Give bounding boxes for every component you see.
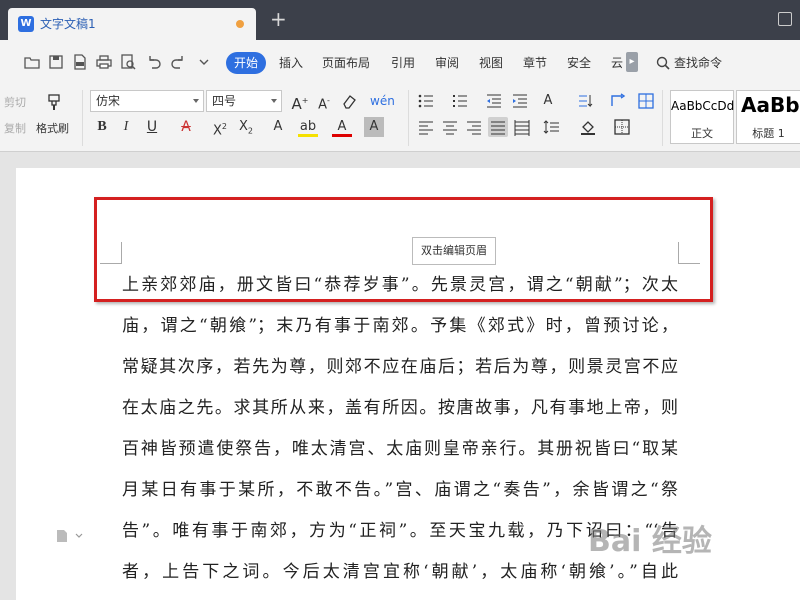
numbered-list-icon[interactable]: [450, 91, 470, 111]
bullet-list-icon[interactable]: [416, 91, 436, 111]
menu-cloud[interactable]: 云: [611, 52, 623, 74]
cut-button[interactable]: 剪切: [4, 94, 26, 110]
style-normal[interactable]: AaBbCcDd 正文: [670, 90, 734, 144]
sort-icon[interactable]: [576, 91, 596, 111]
document-tab[interactable]: W 文字文稿1: [8, 8, 256, 40]
window-restore-icon[interactable]: [778, 12, 792, 26]
show-marks-icon[interactable]: [608, 91, 628, 111]
increase-indent-icon[interactable]: [510, 91, 530, 111]
shading-fill-icon[interactable]: [578, 117, 598, 137]
font-family-select[interactable]: 仿宋: [90, 90, 204, 112]
font-family-value: 仿宋: [96, 94, 121, 108]
superscript-icon[interactable]: X2: [210, 117, 230, 138]
ribbon-separator: [408, 90, 409, 146]
style-heading-sample: AaBb: [741, 93, 800, 117]
align-left-icon[interactable]: [416, 117, 436, 137]
menu-view[interactable]: 视图: [479, 52, 503, 74]
menu-insert[interactable]: 插入: [279, 52, 303, 74]
align-justify-icon[interactable]: [488, 117, 508, 137]
italic-icon[interactable]: I: [116, 117, 136, 137]
borders-icon[interactable]: [612, 117, 632, 137]
search-command[interactable]: 查找命令: [656, 52, 722, 74]
grow-font-icon[interactable]: A+: [290, 91, 310, 113]
ribbon-separator: [662, 90, 663, 146]
new-tab-button[interactable]: +: [270, 8, 287, 30]
redo-icon[interactable]: [170, 54, 186, 70]
char-shading-icon[interactable]: A: [364, 117, 384, 137]
menu-references[interactable]: 引用: [391, 52, 415, 74]
export-pdf-icon[interactable]: [72, 54, 88, 70]
menu-home[interactable]: 开始: [226, 52, 267, 74]
table-border-icon[interactable]: [636, 91, 656, 111]
print-preview-icon[interactable]: [120, 54, 136, 70]
save-icon[interactable]: [48, 54, 64, 70]
customize-toolbar-chevron-icon[interactable]: [196, 54, 212, 70]
decrease-indent-icon[interactable]: [484, 91, 504, 111]
copy-button[interactable]: 复制: [4, 120, 26, 136]
style-heading-1[interactable]: AaBb 标题 1: [736, 90, 800, 144]
text-line: 月某日有事于某所，不敢不告。”宫、庙谓之“奏告”，余皆谓之“祭: [122, 480, 678, 500]
style-normal-sample: AaBbCcDd: [671, 99, 735, 113]
unsaved-dot-icon: [236, 20, 244, 28]
chevron-down-icon: [271, 99, 277, 103]
pinyin-guide-icon[interactable]: wén: [370, 91, 395, 111]
text-direction-icon[interactable]: A: [538, 91, 558, 111]
format-painter-icon[interactable]: [44, 92, 64, 112]
align-center-icon[interactable]: [440, 117, 460, 137]
text-line: 百神皆预遣使祭告，唯太清宫、太庙则皇帝亲行。其册祝皆曰“取某: [122, 439, 678, 459]
menu-security[interactable]: 安全: [567, 52, 591, 74]
text-line: 常疑其次序，若先为尊，则郊不应在庙后；若后为尊，则景灵宫不应: [122, 357, 678, 377]
menu-section[interactable]: 章节: [523, 52, 547, 74]
font-color-icon[interactable]: A: [332, 117, 352, 137]
chevron-down-icon: [193, 99, 199, 103]
font-size-value: 四号: [212, 94, 237, 108]
ribbon-separator: [82, 90, 83, 146]
clear-format-icon[interactable]: [340, 91, 360, 111]
open-folder-icon[interactable]: [24, 54, 40, 70]
highlight-icon[interactable]: ab: [298, 117, 318, 137]
distributed-align-icon[interactable]: [512, 117, 532, 137]
shrink-font-icon[interactable]: A-: [314, 91, 334, 112]
font-size-select[interactable]: 四号: [206, 90, 282, 112]
search-icon: [656, 56, 670, 70]
bold-icon[interactable]: B: [92, 117, 112, 137]
char-spacing-icon[interactable]: A: [268, 117, 288, 137]
title-bar: W 文字文稿1 +: [0, 0, 800, 40]
style-normal-name: 正文: [691, 127, 713, 140]
align-right-icon[interactable]: [464, 117, 484, 137]
watermark-logo: Bai 经验: [588, 524, 712, 559]
format-painter-label[interactable]: 格式刷: [36, 120, 69, 136]
highlight-annotation-box: [94, 197, 713, 302]
menu-scroll-right-icon[interactable]: ▸: [626, 52, 638, 72]
text-line: 在太庙之先。求其所从来，盖有所因。按唐故事，凡有事地上帝，则: [122, 398, 678, 418]
underline-icon[interactable]: U: [142, 117, 162, 137]
undo-icon[interactable]: [146, 54, 162, 70]
subscript-icon[interactable]: X2: [236, 117, 256, 137]
menu-review[interactable]: 审阅: [435, 52, 459, 74]
menu-page-layout[interactable]: 页面布局: [322, 52, 370, 74]
search-command-label: 查找命令: [674, 56, 723, 70]
line-spacing-icon[interactable]: [542, 117, 562, 137]
text-line: 庙，谓之“朝飨”；末乃有事于南郊。予集《郊式》时，曾预讨论，: [122, 316, 678, 336]
strikethrough-icon[interactable]: A: [176, 117, 196, 137]
ribbon-home: 剪切 复制 格式刷 仿宋 四号 A+ A- wén B I U A X2 X2 …: [0, 84, 800, 152]
paragraph-layout-icon[interactable]: [56, 528, 84, 542]
document-tab-title: 文字文稿1: [40, 17, 96, 31]
print-icon[interactable]: [96, 54, 112, 70]
writer-doc-icon: W: [18, 16, 34, 32]
menu-bar: 开始 插入 页面布局 引用 审阅 视图 章节 安全 云 ▸ 查找命令: [0, 40, 800, 84]
style-heading-name: 标题 1: [752, 127, 785, 140]
